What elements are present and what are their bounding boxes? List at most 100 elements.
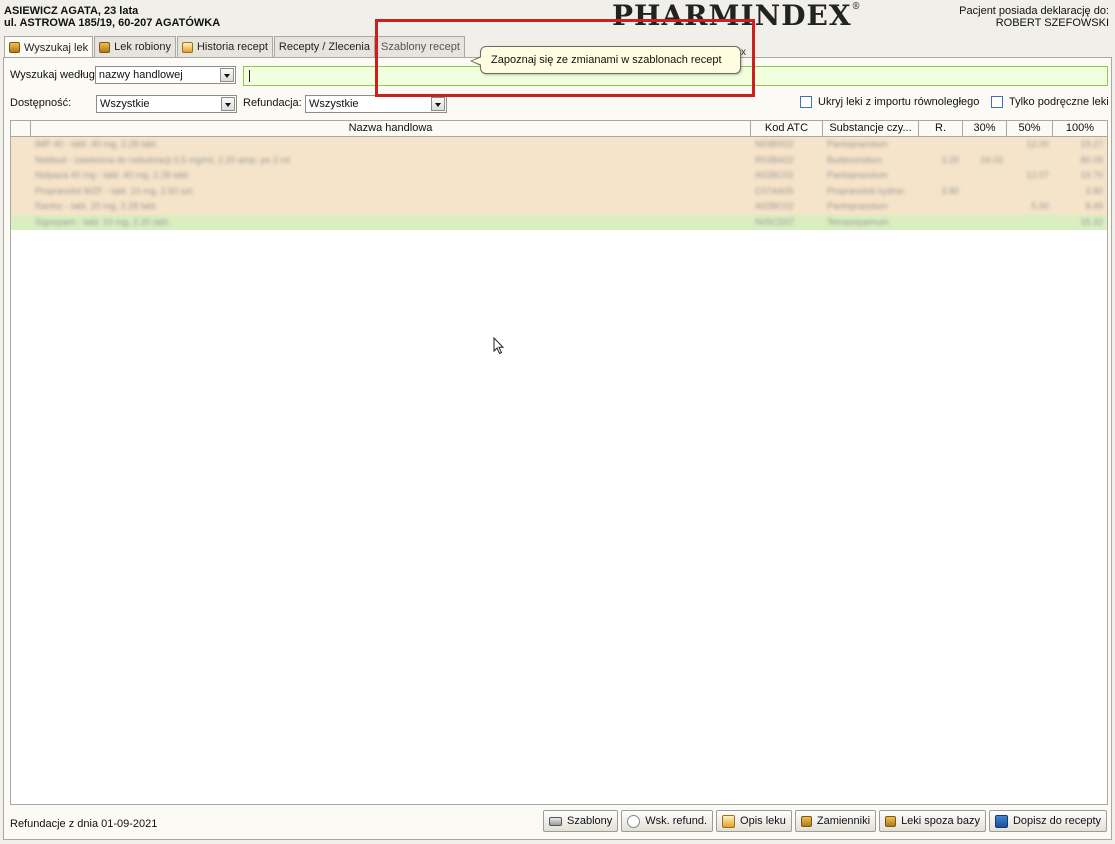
table-cell: Propranololi hydroc: [827, 185, 905, 196]
search-by-row: Wyszukaj według nazwy handlowej: [10, 66, 236, 84]
patient-address: ul. ASTROWA 185/19, 60-207 AGATÓWKA: [4, 17, 221, 29]
hide-parallel-import-checkbox[interactable]: [800, 96, 812, 108]
table-cell: [1007, 215, 1053, 231]
table-cell: Pantoprazolum: [827, 170, 888, 180]
search-panel: Wyszukaj według nazwy handlowej Dostępno…: [3, 57, 1112, 840]
close-icon[interactable]: x: [741, 47, 746, 58]
table-cell: Signopam - tabl. 10 mg, 2.20 tabl.: [35, 216, 171, 227]
substitutes-button[interactable]: Zamienniki: [794, 810, 877, 832]
only-handheld-checkbox[interactable]: [991, 96, 1003, 108]
chevron-down-icon[interactable]: [431, 97, 445, 111]
tab-label: Historia recept: [196, 41, 268, 53]
table-cell: Ranloc - tabl. 20 mg, 2.28 tabl.: [35, 201, 158, 211]
search-by-label: Wyszukaj według: [10, 69, 95, 81]
table-cell: [919, 215, 963, 231]
table-cell: [11, 168, 31, 184]
only-handheld-label: Tylko podręczne leki: [1009, 96, 1109, 108]
table-row[interactable]: Signopam - tabl. 10 mg, 2.20 tabl. N05CD0…: [11, 214, 1107, 231]
table-cell: Pantoprazolum: [827, 139, 888, 149]
templates-change-tooltip[interactable]: Zapoznaj się ze zmianami w szablonach re…: [470, 46, 741, 74]
search-by-value: nazwy handlowej: [98, 69, 183, 81]
button-label: Wsk. refund.: [645, 815, 708, 827]
tab-historia-recept[interactable]: Historia recept: [176, 36, 273, 57]
table-cell: [11, 215, 31, 231]
refund-indicator-button[interactable]: Wsk. refund.: [621, 810, 714, 832]
table-cell: Pantoprazolum: [827, 201, 888, 211]
patient-info: ASIEWICZ AGATA, 23 lata ul. ASTROWA 185/…: [4, 5, 220, 29]
declaration-info: Pacjent posiada deklarację do: ROBERT SZ…: [959, 5, 1109, 29]
table-cell: [919, 137, 963, 153]
table-cell: 3.80: [941, 185, 959, 196]
table-cell: N05CD07: [755, 216, 795, 227]
refund-label: Refundacja:: [243, 97, 302, 109]
drugs-outside-db-button[interactable]: Leki spoza bazy: [879, 810, 986, 832]
table-cell: 8.49: [1085, 201, 1103, 211]
tab-szablony-recept[interactable]: Szablony recept: [376, 36, 465, 57]
table-cell: 24.03: [980, 154, 1003, 165]
add-to-prescription-button[interactable]: Dopisz do recepty: [988, 810, 1107, 832]
table-cell: [919, 168, 963, 184]
only-handheld-option[interactable]: Tylko podręczne leki: [991, 96, 1109, 108]
drug-description-button[interactable]: Opis leku: [716, 810, 792, 832]
column-header-30[interactable]: 30%: [963, 121, 1007, 136]
table-row[interactable]: Nolpaza 40 mg - tabl. 40 mg, 2.28 tabl. A…: [11, 168, 1107, 184]
table-body: IMP 40 - tabl. 40 mg, 2.28 tabl. N03BX02 P…: [11, 137, 1107, 230]
table-cell: Propranolol WZF - tabl. 10 mg, 2.50 szt.: [35, 185, 195, 196]
table-cell: [963, 215, 1007, 231]
table-cell: 12.00: [1026, 139, 1049, 149]
tab-label: Wyszukaj lek: [24, 41, 89, 54]
table-cell: 80.09: [1080, 154, 1103, 165]
table-cell: [11, 199, 31, 215]
column-header-r[interactable]: R.: [919, 121, 963, 136]
table-cell: Nolpaza 40 mg - tabl. 40 mg, 2.28 tabl.: [35, 170, 191, 180]
chevron-down-icon[interactable]: [219, 68, 234, 82]
tab-bar: Wyszukaj lek Lek robiony Historia recept…: [4, 36, 466, 58]
table-cell: [963, 199, 1007, 215]
table-row[interactable]: IMP 40 - tabl. 40 mg, 2.28 tabl. N03BX02 P…: [11, 137, 1107, 153]
logo-text: PHARMINDEX: [612, 0, 852, 32]
search-by-select[interactable]: nazwy handlowej: [94, 66, 236, 84]
column-header-blank[interactable]: [11, 121, 31, 136]
table-cell: [11, 184, 31, 200]
availability-select[interactable]: Wszystkie: [96, 95, 237, 113]
tab-recepty-zlecenia[interactable]: Recepty / Zlecenia: [273, 36, 375, 57]
button-label: Szablony: [567, 815, 613, 827]
availability-value: Wszystkie: [100, 98, 150, 110]
table-cell: [1007, 184, 1053, 200]
table-cell: A02BC02: [755, 201, 794, 211]
templates-button[interactable]: Szablony: [543, 810, 619, 832]
tab-label: Szablony recept: [381, 41, 460, 53]
table-cell: R03BA02: [755, 154, 794, 165]
column-header-substances[interactable]: Substancje czy...: [823, 121, 919, 136]
hide-parallel-import-option[interactable]: Ukryj leki z importu równoległego: [800, 96, 979, 108]
refund-date: Refundacje z dnia 01-09-2021: [10, 818, 158, 830]
table-row[interactable]: Ranloc - tabl. 20 mg, 2.28 tabl. A02BC02 P…: [11, 199, 1107, 215]
add-to-prescription-icon: [994, 814, 1008, 828]
table-row[interactable]: Propranolol WZF - tabl. 10 mg, 2.50 szt.…: [11, 183, 1107, 200]
table-row[interactable]: Nebbud - zawiesina do nebulizacji 0,5 mg…: [11, 152, 1107, 169]
column-header-atc[interactable]: Kod ATC: [751, 121, 823, 136]
chevron-down-icon[interactable]: [221, 97, 235, 111]
column-header-100[interactable]: 100%: [1053, 121, 1107, 136]
template-icon: [549, 816, 562, 826]
button-label: Leki spoza bazy: [901, 815, 980, 827]
availability-label: Dostępność:: [10, 97, 72, 109]
hide-parallel-import-label: Ukryj leki z importu równoległego: [818, 96, 980, 108]
table-cell: 19.70: [1080, 170, 1103, 180]
table-cell: [1007, 153, 1053, 169]
declaration-doctor: ROBERT SZEFOWSKI: [995, 17, 1109, 29]
table-cell: 19.27: [1080, 139, 1103, 149]
tab-wyszukaj-lek[interactable]: Wyszukaj lek: [4, 36, 94, 58]
table-cell: C07AA05: [755, 185, 794, 196]
column-header-name[interactable]: Nazwa handlowa: [31, 121, 751, 136]
tab-lek-robiony[interactable]: Lek robiony: [94, 36, 176, 57]
table-cell: [963, 168, 1007, 184]
column-header-50[interactable]: 50%: [1007, 121, 1053, 136]
table-cell: A02BC02: [755, 170, 794, 180]
pharmindex-logo: PHARMINDEX®: [612, 0, 862, 32]
drug-icon: [800, 815, 812, 827]
refund-select[interactable]: Wszystkie: [305, 95, 447, 113]
description-icon: [722, 814, 736, 828]
refund-value: Wszystkie: [309, 98, 359, 110]
history-icon: [181, 41, 193, 53]
